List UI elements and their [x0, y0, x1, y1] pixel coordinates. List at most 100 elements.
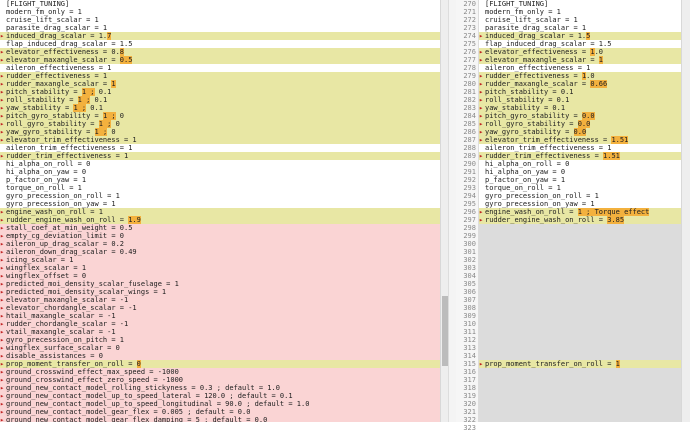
- right-code-line[interactable]: [479, 224, 681, 232]
- right-code-line[interactable]: modern_fm_only = 1: [479, 8, 681, 16]
- right-code-line[interactable]: [479, 240, 681, 248]
- left-code-line[interactable]: p_factor_on_yaw = 1: [0, 176, 440, 184]
- right-code-line[interactable]: hi_alpha_on_yaw = 0: [479, 168, 681, 176]
- right-code-line[interactable]: [479, 352, 681, 360]
- right-code-line[interactable]: parasite_drag_scalar = 1: [479, 24, 681, 32]
- left-code-line[interactable]: ▸ predicted_moi_density_scalar_fuselage =…: [0, 280, 440, 288]
- left-code-line[interactable]: ▸ stall_coef_at_min_weight = 0.5: [0, 224, 440, 232]
- left-code-line[interactable]: ▸ ground_new_contact_model_rolling_sticky…: [0, 384, 440, 392]
- right-code-line[interactable]: [479, 312, 681, 320]
- left-code-line[interactable]: gyro_precession_on_roll = 1: [0, 192, 440, 200]
- right-code-line[interactable]: ▸ pitch_gyro_stability = 0.0: [479, 112, 681, 120]
- left-code-line[interactable]: ▸ ground_new_contact_model_gear_flex = 0.…: [0, 408, 440, 416]
- left-code-line[interactable]: aileron_trim_effectiveness = 1: [0, 144, 440, 152]
- right-code-line[interactable]: [479, 320, 681, 328]
- right-code-line[interactable]: [479, 416, 681, 422]
- right-code-line[interactable]: ▸ pitch_stability = 0.1: [479, 88, 681, 96]
- left-code-line[interactable]: ▸ aileron_down_drag_scalar = 0.49: [0, 248, 440, 256]
- left-code-line[interactable]: ▸ roll_gyro_stability = 1 ; 0: [0, 120, 440, 128]
- left-code-line[interactable]: ▸ elevator_maxangle_scalar = -1: [0, 296, 440, 304]
- right-code-line[interactable]: ▸ rudder_effectiveness = 1.0: [479, 72, 681, 80]
- left-code-line[interactable]: parasite_drag_scalar = 1: [0, 24, 440, 32]
- right-code-line[interactable]: ▸ rudder_trim_effectiveness = 1.51: [479, 152, 681, 160]
- right-code-line[interactable]: flap_induced_drag_scalar = 1.5: [479, 40, 681, 48]
- left-code-line[interactable]: ▸ elevator_trim_effectiveness = 1: [0, 136, 440, 144]
- left-code-line[interactable]: ▸ empty_cg_deviation_limit = 0: [0, 232, 440, 240]
- right-code-line[interactable]: [479, 392, 681, 400]
- left-code-line[interactable]: aileron_effectiveness = 1: [0, 64, 440, 72]
- left-code-line[interactable]: ▸ elevator_maxangle_scalar = 0.5: [0, 56, 440, 64]
- left-code-line[interactable]: ▸ rudder_trim_effectiveness = 1: [0, 152, 440, 160]
- left-code-line[interactable]: [FLIGHT_TUNING]: [0, 0, 440, 8]
- right-code-line[interactable]: ▸ elevator_maxangle_scalar = 1: [479, 56, 681, 64]
- right-code-line[interactable]: aileron_effectiveness = 1: [479, 64, 681, 72]
- right-code-line[interactable]: [479, 336, 681, 344]
- right-code-line[interactable]: cruise_lift_scalar = 1: [479, 16, 681, 24]
- left-code-line[interactable]: ▸ roll_stability = 1 ; 0.1: [0, 96, 440, 104]
- left-code-line[interactable]: ▸ elevator_chordangle_scalar = -1: [0, 304, 440, 312]
- right-code-line[interactable]: ▸ yaw_stability = 0.1: [479, 104, 681, 112]
- left-code-line[interactable]: ▸ elevator_effectiveness = 0.8: [0, 48, 440, 56]
- left-code-line[interactable]: modern_fm_only = 1: [0, 8, 440, 16]
- left-code-line[interactable]: ▸ yaw_gyro_stability = 1 ; 0: [0, 128, 440, 136]
- right-code-line[interactable]: ▸ prop_moment_transfer_on_roll = 1: [479, 360, 681, 368]
- left-code-line[interactable]: ▸ prop_moment_transfer_on_roll = 0: [0, 360, 440, 368]
- right-code-line[interactable]: hi_alpha_on_roll = 0: [479, 160, 681, 168]
- left-code-line[interactable]: gyro_precession_on_yaw = 1: [0, 200, 440, 208]
- right-code-line[interactable]: [479, 400, 681, 408]
- right-code-line[interactable]: gyro_precession_on_roll = 1: [479, 192, 681, 200]
- right-code-line[interactable]: torque_on_roll = 1: [479, 184, 681, 192]
- right-code-line[interactable]: aileron_trim_effectiveness = 1: [479, 144, 681, 152]
- right-code-line[interactable]: [479, 232, 681, 240]
- left-code-line[interactable]: ▸ wingflex_scalar = 1: [0, 264, 440, 272]
- left-code-line[interactable]: ▸ htail_maxangle_scalar = -1: [0, 312, 440, 320]
- left-code-line[interactable]: ▸ gyro_precession_on_pitch = 1: [0, 336, 440, 344]
- left-code-line[interactable]: ▸ aileron_up_drag_scalar = 0.2: [0, 240, 440, 248]
- right-code-line[interactable]: ▸ induced_drag_scalar = 1.5: [479, 32, 681, 40]
- left-code-line[interactable]: ▸ rudder_effectiveness = 1: [0, 72, 440, 80]
- right-code-line[interactable]: p_factor_on_yaw = 1: [479, 176, 681, 184]
- left-code-line[interactable]: ▸ rudder_chordangle_scalar = -1: [0, 320, 440, 328]
- right-code-line[interactable]: [FLIGHT_TUNING]: [479, 0, 681, 8]
- left-code-line[interactable]: ▸ yaw_stability = 1 ; 0.1: [0, 104, 440, 112]
- left-code-line[interactable]: ▸ pitch_gyro_stability = 1 ; 0: [0, 112, 440, 120]
- right-code-line[interactable]: [479, 344, 681, 352]
- left-code-line[interactable]: ▸ engine_wash_on_roll = 1: [0, 208, 440, 216]
- left-code-line[interactable]: ▸ icing_scalar = 1: [0, 256, 440, 264]
- left-code-line[interactable]: flap_induced_drag_scalar = 1.5: [0, 40, 440, 48]
- left-code-line[interactable]: cruise_lift_scalar = 1: [0, 16, 440, 24]
- right-code-line[interactable]: gyro_precession_on_yaw = 1: [479, 200, 681, 208]
- left-code-line[interactable]: ▸ ground_new_contact_model_gear_flex_damp…: [0, 416, 440, 422]
- right-code-line[interactable]: [479, 328, 681, 336]
- right-code-line[interactable]: [479, 408, 681, 416]
- left-code-line[interactable]: ▸ ground_crosswind_effect_zero_speed = -1…: [0, 376, 440, 384]
- right-code-line[interactable]: ▸ elevator_effectiveness = 1.0: [479, 48, 681, 56]
- left-code-line[interactable]: ▸ induced_drag_scalar = 1.7: [0, 32, 440, 40]
- right-code-line[interactable]: [479, 368, 681, 376]
- right-code-line[interactable]: [479, 296, 681, 304]
- left-code-line[interactable]: hi_alpha_on_yaw = 0: [0, 168, 440, 176]
- right-code-line[interactable]: [479, 304, 681, 312]
- left-code-line[interactable]: ▸ rudder_engine_wash_on_roll = 1.9: [0, 216, 440, 224]
- left-code-line[interactable]: ▸ vtail_maxangle_scalar = -1: [0, 328, 440, 336]
- right-code-line[interactable]: [479, 384, 681, 392]
- right-code-line[interactable]: ▸ rudder_maxangle_scalar = 0.66: [479, 80, 681, 88]
- right-code-line[interactable]: ▸ rudder_engine_wash_on_roll = 3.85: [479, 216, 681, 224]
- left-code-line[interactable]: ▸ predicted_moi_density_scalar_wings = 1: [0, 288, 440, 296]
- right-code-line[interactable]: [479, 288, 681, 296]
- right-code-line[interactable]: [479, 280, 681, 288]
- right-scrollbar[interactable]: [681, 0, 690, 422]
- right-code-line[interactable]: [479, 256, 681, 264]
- left-code-line[interactable]: ▸ ground_new_contact_model_up_to_speed_la…: [0, 392, 440, 400]
- right-code-line[interactable]: ▸ engine_wash_on_roll = 1 ; Torque effect: [479, 208, 681, 216]
- right-code-line[interactable]: [479, 264, 681, 272]
- right-code-line[interactable]: [479, 376, 681, 384]
- left-code-line[interactable]: ▸ rudder_maxangle_scalar = 1: [0, 80, 440, 88]
- left-code-line[interactable]: ▸ pitch_stability = 1 ; 0.1: [0, 88, 440, 96]
- left-code-line[interactable]: ▸ disable_assistances = 0: [0, 352, 440, 360]
- right-code-line[interactable]: ▸ roll_stability = 0.1: [479, 96, 681, 104]
- right-code-line[interactable]: [479, 272, 681, 280]
- left-code-line[interactable]: ▸ ground_new_contact_model_up_to_speed_lo…: [0, 400, 440, 408]
- right-code-line[interactable]: [479, 248, 681, 256]
- left-file-pane[interactable]: [FLIGHT_TUNING] modern_fm_only = 1 cruise_…: [0, 0, 440, 422]
